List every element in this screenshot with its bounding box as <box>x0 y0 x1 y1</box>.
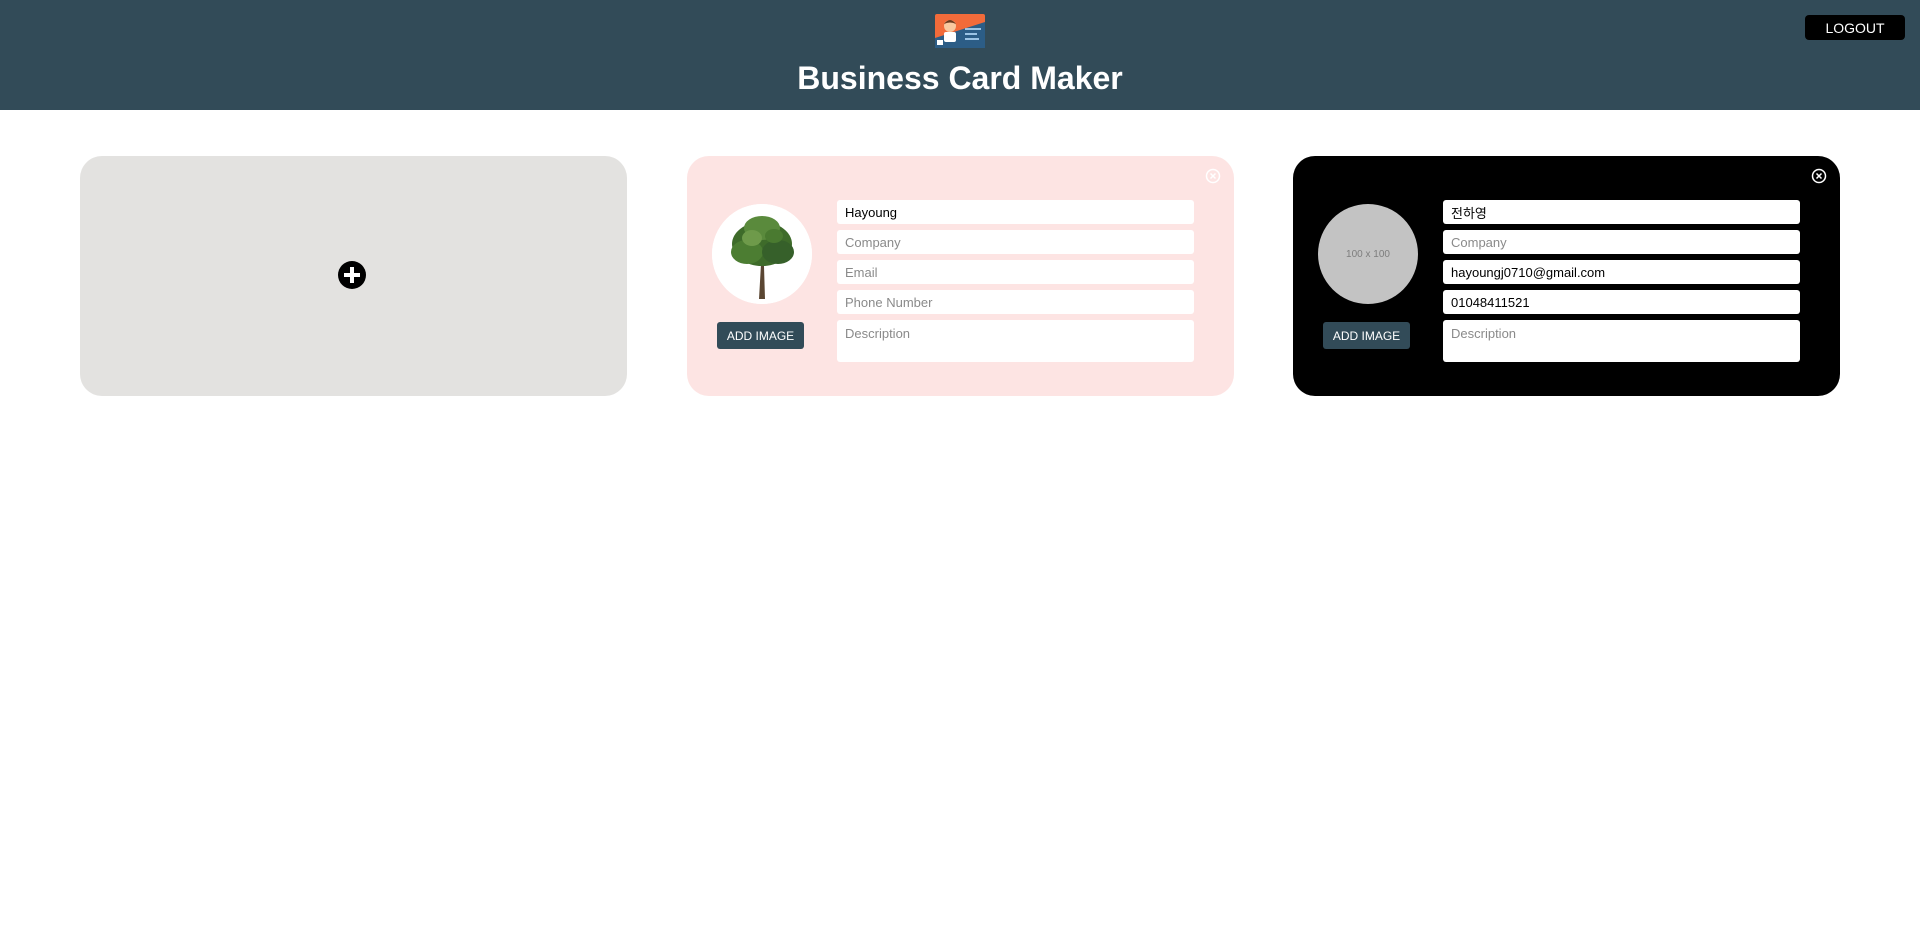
card-editor-pink: ADD IMAGE <box>687 156 1234 396</box>
avatar-tree-photo <box>712 204 812 304</box>
logout-button[interactable]: LOGOUT <box>1805 15 1905 40</box>
description-field[interactable] <box>1443 320 1800 362</box>
description-field[interactable] <box>837 320 1194 362</box>
phone-field[interactable] <box>1443 290 1800 314</box>
business-card-logo-icon <box>935 14 985 48</box>
app-header: Business Card Maker LOGOUT <box>0 0 1920 110</box>
company-field[interactable] <box>1443 230 1800 254</box>
tree-image <box>712 204 812 304</box>
page-title: Business Card Maker <box>797 60 1123 96</box>
company-field[interactable] <box>837 230 1194 254</box>
email-field[interactable] <box>1443 260 1800 284</box>
avatar-placeholder: 100 x 100 <box>1318 204 1418 304</box>
add-image-button[interactable]: ADD IMAGE <box>1323 322 1410 349</box>
close-icon[interactable] <box>1811 168 1827 184</box>
email-field[interactable] <box>837 260 1194 284</box>
card-editor-dark: 100 x 100 ADD IMAGE <box>1293 156 1840 396</box>
name-field[interactable] <box>837 200 1194 224</box>
phone-field[interactable] <box>837 290 1194 314</box>
add-image-button[interactable]: ADD IMAGE <box>717 322 804 349</box>
close-icon[interactable] <box>1205 168 1221 184</box>
plus-circle-icon[interactable] <box>338 261 366 289</box>
name-field[interactable] <box>1443 200 1800 224</box>
add-card-panel[interactable] <box>80 156 627 396</box>
